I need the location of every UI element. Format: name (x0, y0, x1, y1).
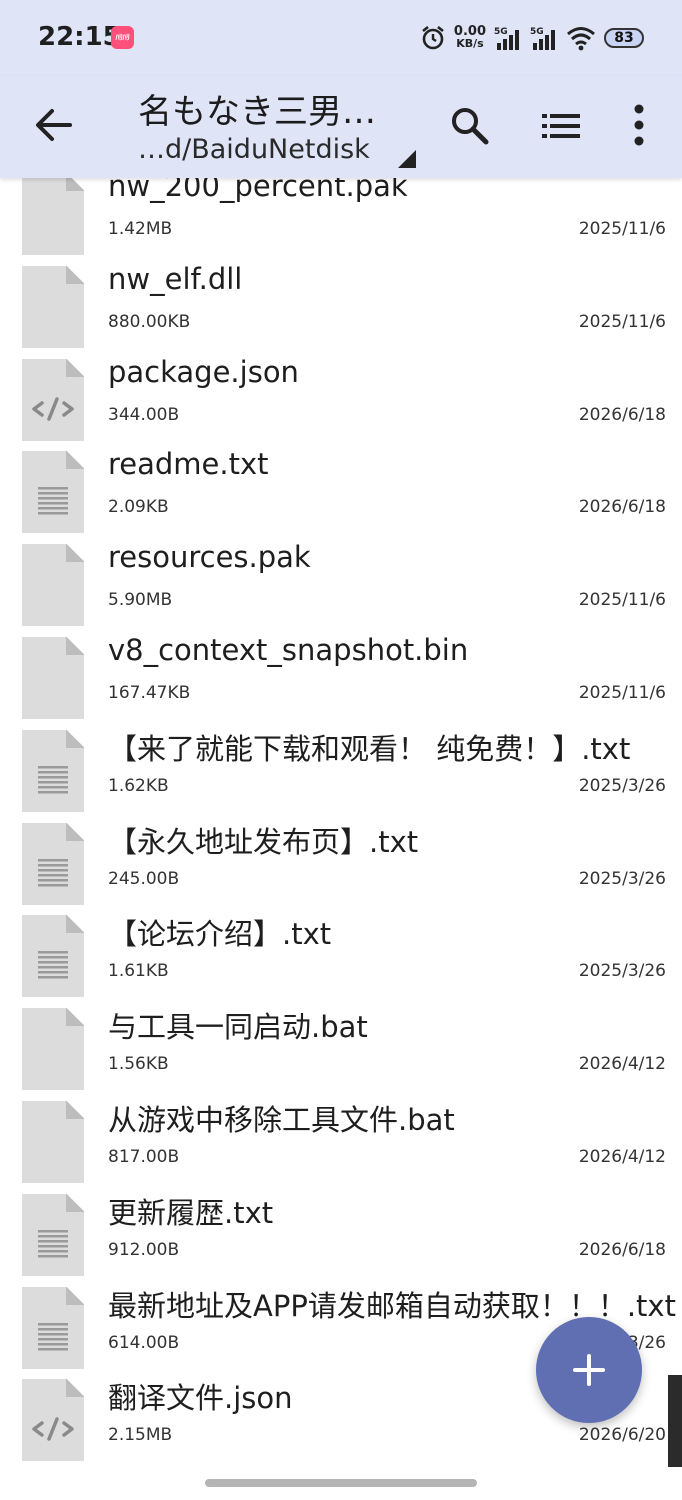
app-toolbar: 名もなき三男… …d/BaiduNetdisk (0, 76, 682, 178)
file-size: 5.90MB (108, 590, 173, 611)
list-item[interactable]: 【来了就能下载和观看！ 纯免费！】.txt 1.62KB 2025/3/26 (0, 718, 668, 812)
file-size: 912.00B (108, 1239, 180, 1260)
file-size: 2.09KB (108, 497, 169, 518)
file-date: 2025/3/26 (578, 775, 666, 796)
file-size: 1.62KB (108, 775, 169, 796)
file-generic-icon (22, 172, 85, 255)
scrollbar[interactable] (668, 1375, 682, 1467)
list-item[interactable]: v8_context_snapshot.bin 167.47KB 2025/11/6 (0, 625, 668, 719)
list-item[interactable]: 从游戏中移除工具文件.bat 817.00B 2026/4/12 (0, 1089, 668, 1183)
list-item[interactable]: 【永久地址发布页】.txt 245.00B 2025/3/26 (0, 811, 668, 905)
file-date: 2026/6/18 (578, 497, 666, 518)
file-date: 2025/11/6 (578, 219, 666, 239)
file-text-icon (22, 915, 85, 998)
file-size: 344.00B (108, 404, 180, 425)
svg-text:5G: 5G (530, 27, 544, 37)
folder-path[interactable]: …d/BaiduNetdisk (138, 134, 370, 165)
file-date: 2025/11/6 (578, 311, 666, 332)
file-size: 2.15MB (108, 1425, 173, 1446)
search-icon[interactable] (448, 104, 490, 146)
file-size: 1.56KB (108, 1054, 169, 1075)
list-item[interactable]: 【论坛介绍】.txt 1.61KB 2025/3/26 (0, 903, 668, 998)
list-item[interactable]: 更新履歴.txt 912.00B 2026/6/18 (0, 1182, 668, 1276)
file-size: 817.00B (108, 1146, 180, 1167)
status-bar: 22:15 ﾊﾘﾊﾘ 0.00 KB/s 5G 5G 83 (0, 0, 682, 76)
file-name: resources.pak (108, 540, 311, 575)
file-size: 1.61KB (108, 961, 169, 982)
file-generic-icon (22, 543, 85, 627)
file-name: 【论坛介绍】.txt (108, 917, 332, 952)
file-size: 167.47KB (108, 682, 191, 703)
file-name: nw_elf.dll (108, 261, 243, 296)
wifi-icon (567, 27, 595, 51)
file-name: 更新履歴.txt (108, 1195, 274, 1230)
list-view-icon[interactable] (540, 108, 582, 144)
plus-icon (573, 1354, 605, 1386)
file-name: 【来了就能下载和观看！ 纯免费！】.txt (108, 731, 631, 766)
list-item[interactable]: 与工具一同启动.bat 1.56KB 2026/4/12 (0, 996, 668, 1091)
file-name: 【永久地址发布页】.txt (108, 824, 419, 859)
file-date: 2026/4/12 (578, 1146, 666, 1167)
file-text-icon (22, 451, 85, 534)
folder-title: 名もなき三男… (138, 92, 376, 132)
svg-text:5G: 5G (494, 27, 508, 37)
network-speed: 0.00 KB/s (453, 24, 486, 50)
file-date: 2025/11/6 (578, 682, 666, 703)
file-date: 2025/3/26 (578, 868, 666, 889)
alarm-icon (422, 25, 444, 50)
file-name: package.json (108, 354, 299, 389)
file-date: 2026/6/18 (578, 1239, 666, 1260)
path-dropdown-icon[interactable] (396, 148, 418, 170)
back-arrow-icon[interactable] (30, 102, 76, 148)
list-item[interactable]: readme.txt 2.09KB 2026/6/18 (0, 439, 668, 534)
status-time: 22:15 (38, 22, 121, 52)
file-name: 与工具一同启动.bat (108, 1010, 368, 1045)
battery-icon: 83 (604, 28, 644, 48)
file-size: 614.00B (108, 1332, 180, 1353)
file-text-icon (22, 1286, 85, 1369)
file-generic-icon (22, 1100, 85, 1183)
file-size: 880.00KB (108, 311, 191, 332)
signal-icon: 5G (494, 27, 519, 50)
signal-icon-2: 5G (530, 27, 555, 50)
file-name: v8_context_snapshot.bin (108, 632, 469, 667)
file-text-icon (22, 822, 85, 905)
file-name: 翻译文件.json (108, 1381, 293, 1416)
file-generic-icon (22, 1007, 85, 1091)
file-date: 2026/4/12 (578, 1054, 666, 1075)
list-item[interactable]: package.json 344.00B 2026/6/18 (0, 347, 668, 441)
file-name: 从游戏中移除工具文件.bat (108, 1102, 455, 1137)
file-name: readme.txt (108, 447, 269, 482)
home-indicator[interactable] (205, 1479, 477, 1487)
file-date: 2026/6/18 (578, 404, 666, 425)
file-list: nw_200_percent.pak 1.42MB 2025/11/6 nw_elf.… (0, 161, 676, 1462)
file-text-icon (22, 1193, 85, 1276)
file-size: 245.00B (108, 868, 180, 889)
file-code-icon (22, 358, 85, 441)
more-options-icon[interactable] (624, 102, 654, 148)
file-generic-icon (22, 265, 85, 348)
status-icons: 0.00 KB/s 5G 5G 83 (420, 20, 644, 56)
file-code-icon (22, 1379, 85, 1462)
list-item[interactable]: resources.pak 5.90MB 2025/11/6 (0, 532, 668, 627)
file-date: 2025/3/26 (578, 961, 666, 982)
file-text-icon (22, 729, 85, 812)
app-notification-icon: ﾊﾘﾊﾘ (111, 26, 134, 49)
file-date: 2026/6/20 (578, 1425, 666, 1446)
file-generic-icon (22, 636, 85, 719)
add-button[interactable] (536, 1317, 642, 1423)
list-item[interactable]: nw_elf.dll 880.00KB 2025/11/6 (0, 254, 668, 348)
file-date: 2025/11/6 (578, 590, 666, 611)
file-size: 1.42MB (108, 219, 173, 239)
